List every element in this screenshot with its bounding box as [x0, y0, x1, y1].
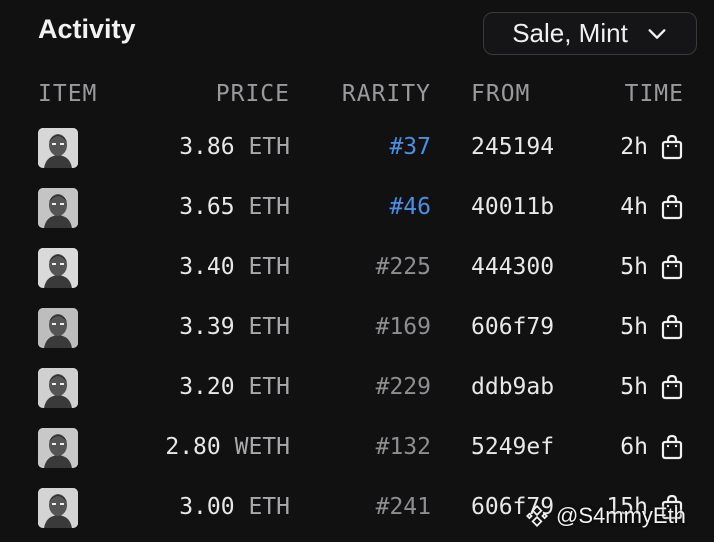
price-value: 3.39 [179, 314, 235, 340]
avatar-image [38, 368, 78, 408]
price: 3.00 ETH [179, 487, 290, 527]
table-row[interactable]: 3.39 ETH #169 606f79 5h [0, 307, 714, 348]
avatar-image [38, 248, 78, 288]
price-value: 3.20 [179, 374, 235, 400]
table-row[interactable]: 3.65 ETH #46 40011b 4h [0, 187, 714, 228]
binance-icon [526, 505, 548, 527]
price-unit: WETH [234, 434, 290, 460]
time-cell: 6h [620, 427, 684, 467]
activity-title: Activity [38, 14, 136, 44]
from-address[interactable]: ddb9ab [471, 367, 554, 407]
price: 3.39 ETH [179, 307, 290, 347]
price: 3.40 ETH [179, 247, 290, 287]
rarity-rank[interactable]: #169 [376, 307, 431, 347]
avatar-image [38, 428, 78, 468]
from-address[interactable]: 245194 [471, 127, 554, 167]
time-cell: 2h [620, 127, 684, 167]
price-unit: ETH [248, 494, 290, 520]
price-unit: ETH [248, 194, 290, 220]
watermark: @S4mmyEth [524, 500, 686, 532]
price: 2.80 WETH [165, 427, 290, 467]
from-address[interactable]: 40011b [471, 187, 554, 227]
column-from[interactable]: FROM [471, 74, 530, 114]
from-address[interactable]: 444300 [471, 247, 554, 287]
time-ago: 5h [620, 254, 648, 280]
price-unit: ETH [248, 254, 290, 280]
avatar-image [38, 308, 78, 348]
avatar-image [38, 188, 78, 228]
rarity-rank[interactable]: #241 [376, 487, 431, 527]
shopping-bag-icon[interactable] [660, 134, 684, 160]
time-cell: 4h [620, 187, 684, 227]
price: 3.86 ETH [179, 127, 290, 167]
time-cell: 5h [620, 367, 684, 407]
rarity-rank[interactable]: #132 [376, 427, 431, 467]
price: 3.20 ETH [179, 367, 290, 407]
table-row[interactable]: 3.40 ETH #225 444300 5h [0, 247, 714, 288]
time-cell: 5h [620, 307, 684, 347]
event-filter-dropdown[interactable]: Sale, Mint [483, 12, 697, 55]
table-row[interactable]: 2.80 WETH #132 5249ef 6h [0, 427, 714, 468]
column-item[interactable]: ITEM [38, 74, 97, 114]
time-ago: 5h [620, 314, 648, 340]
time-cell: 5h [620, 247, 684, 287]
shopping-bag-icon[interactable] [660, 434, 684, 460]
nft-thumbnail[interactable] [38, 308, 78, 348]
shopping-bag-icon[interactable] [660, 314, 684, 340]
column-time[interactable]: TIME [625, 74, 684, 114]
time-ago: 2h [620, 134, 648, 160]
column-price[interactable]: PRICE [216, 74, 290, 114]
nft-thumbnail[interactable] [38, 188, 78, 228]
table-row[interactable]: 3.86 ETH #37 245194 2h [0, 127, 714, 168]
from-address[interactable]: 606f79 [471, 307, 554, 347]
rarity-rank[interactable]: #229 [376, 367, 431, 407]
nft-thumbnail[interactable] [38, 248, 78, 288]
watermark-text: @S4mmyEth [556, 503, 686, 528]
price-value: 3.86 [179, 134, 235, 160]
price-value: 3.40 [179, 254, 235, 280]
filter-label: Sale, Mint [512, 18, 628, 48]
avatar-image [38, 128, 78, 168]
from-address[interactable]: 5249ef [471, 427, 554, 467]
price-value: 2.80 [165, 434, 221, 460]
avatar-image [38, 488, 78, 528]
price-unit: ETH [248, 314, 290, 340]
shopping-bag-icon[interactable] [660, 194, 684, 220]
price-unit: ETH [248, 134, 290, 160]
rarity-rank[interactable]: #46 [389, 187, 431, 227]
price: 3.65 ETH [179, 187, 290, 227]
time-ago: 6h [620, 434, 648, 460]
rarity-rank[interactable]: #37 [389, 127, 431, 167]
rarity-rank[interactable]: #225 [376, 247, 431, 287]
table-row[interactable]: 3.20 ETH #229 ddb9ab 5h [0, 367, 714, 408]
column-rarity[interactable]: RARITY [342, 74, 431, 114]
time-ago: 4h [620, 194, 648, 220]
shopping-bag-icon[interactable] [660, 374, 684, 400]
price-value: 3.65 [179, 194, 235, 220]
nft-thumbnail[interactable] [38, 128, 78, 168]
chevron-down-icon [648, 28, 666, 39]
nft-thumbnail[interactable] [38, 488, 78, 528]
shopping-bag-icon[interactable] [660, 254, 684, 280]
nft-thumbnail[interactable] [38, 368, 78, 408]
time-ago: 5h [620, 374, 648, 400]
price-value: 3.00 [179, 494, 235, 520]
nft-thumbnail[interactable] [38, 428, 78, 468]
table-header: ITEM PRICE RARITY FROM TIME [0, 74, 714, 114]
price-unit: ETH [248, 374, 290, 400]
